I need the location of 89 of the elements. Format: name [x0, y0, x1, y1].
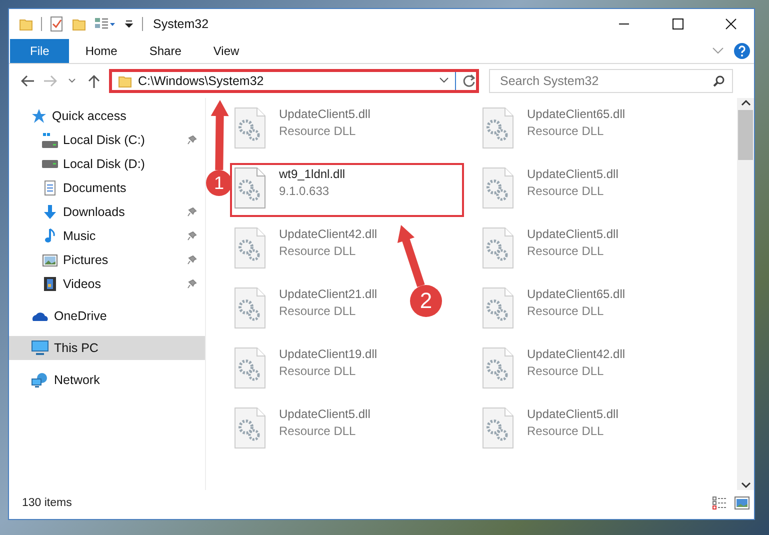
file-name[interactable]: wt9_1ldnl.dll — [279, 167, 346, 181]
dll-file-icon — [481, 287, 515, 329]
network-icon — [31, 372, 49, 388]
file-name[interactable]: UpdateClient5.dll — [527, 227, 618, 241]
file-detail: Resource DLL — [279, 124, 357, 138]
annotation-arrow — [397, 225, 425, 288]
file-name[interactable]: UpdateClient21.dll — [279, 287, 378, 301]
folder-icon — [118, 74, 132, 88]
search-field[interactable]: Search System32 — [489, 69, 733, 93]
sidebar-item[interactable]: OneDrive — [9, 304, 205, 328]
file-detail: Resource DLL — [527, 244, 605, 258]
folder-icon — [72, 17, 86, 31]
details-view-icon[interactable] — [712, 496, 728, 510]
file-name[interactable]: UpdateClient19.dll — [279, 347, 378, 361]
file-detail: Resource DLL — [527, 424, 605, 438]
monitor-icon — [31, 340, 49, 356]
maximize-icon[interactable] — [670, 18, 684, 30]
help-icon[interactable] — [734, 43, 750, 59]
dll-file-icon — [233, 227, 267, 269]
sidebar-item[interactable]: Local Disk (D:) — [9, 152, 205, 176]
up-arrow-icon[interactable] — [87, 74, 101, 88]
step-number-badge: 1 — [206, 170, 232, 196]
download-arrow-icon — [42, 204, 58, 220]
dll-file-icon — [481, 167, 515, 209]
scrollbar-thumb[interactable] — [738, 110, 753, 160]
folder-icon — [19, 17, 33, 31]
file-detail: Resource DLL — [527, 124, 605, 138]
address-bar[interactable]: C:\Windows\System32 — [109, 69, 479, 93]
file-name[interactable]: UpdateClient65.dll — [527, 107, 626, 121]
dll-file-icon — [233, 167, 267, 209]
file-name[interactable]: UpdateClient42.dll — [527, 347, 626, 361]
file-detail: Resource DLL — [279, 364, 357, 378]
file-detail: Resource DLL — [527, 364, 605, 378]
sidebar-item[interactable]: Quick access — [9, 104, 205, 128]
properties-icon[interactable] — [50, 16, 64, 32]
film-icon — [42, 276, 58, 292]
file-detail: Resource DLL — [279, 424, 357, 438]
sidebar-item[interactable]: Pictures — [9, 248, 205, 272]
picture-icon — [42, 252, 58, 268]
ribbon-tab[interactable]: Home — [69, 39, 134, 63]
drive-icon — [42, 160, 58, 168]
sidebar-item[interactable]: Downloads — [9, 200, 205, 224]
dll-file-icon — [233, 347, 267, 389]
ribbon-tab[interactable]: Share — [133, 39, 198, 63]
file-detail: Resource DLL — [527, 184, 605, 198]
search-icon[interactable] — [713, 75, 725, 87]
step-number-badge: 2 — [410, 285, 442, 317]
file-name[interactable]: UpdateClient65.dll — [527, 287, 626, 301]
file-name[interactable]: UpdateClient5.dll — [279, 407, 370, 421]
item-count: 130 items — [22, 496, 72, 508]
dll-file-icon — [233, 287, 267, 329]
dll-file-icon — [481, 227, 515, 269]
dropdown-icon[interactable] — [439, 77, 449, 85]
dll-file-icon — [233, 407, 267, 449]
music-note-icon — [42, 228, 58, 244]
star-icon — [31, 108, 47, 124]
sidebar-item[interactable]: Documents — [9, 176, 205, 200]
dropdown-icon[interactable] — [124, 19, 134, 29]
dll-file-icon — [481, 107, 515, 149]
file-name[interactable]: UpdateClient5.dll — [279, 107, 370, 121]
file-menu-tab[interactable]: File — [10, 39, 70, 63]
refresh-icon[interactable] — [462, 74, 476, 88]
file-name[interactable]: UpdateClient5.dll — [527, 167, 618, 181]
annotation-arrow — [210, 100, 229, 170]
file-detail: Resource DLL — [527, 304, 605, 318]
dll-file-icon — [233, 107, 267, 149]
file-name[interactable]: UpdateClient42.dll — [279, 227, 378, 241]
ribbon-tab[interactable]: View — [197, 39, 256, 63]
document-icon — [42, 180, 58, 196]
large-icons-view-icon[interactable] — [734, 496, 750, 510]
sidebar-item[interactable]: Network — [9, 368, 205, 392]
scroll-down-icon[interactable] — [740, 480, 750, 490]
file-detail: 9.1.0.633 — [279, 184, 330, 198]
drive-icon — [42, 132, 58, 148]
sidebar-item[interactable]: Videos — [9, 272, 205, 296]
sidebar-item[interactable]: This PC — [9, 336, 205, 360]
sidebar-item[interactable]: Local Disk (C:) — [9, 128, 205, 152]
dll-file-icon — [481, 407, 515, 449]
window-title: System32 — [153, 17, 210, 31]
sidebar-item[interactable]: Music — [9, 224, 205, 248]
expand-ribbon-icon[interactable] — [712, 46, 724, 56]
file-detail: Resource DLL — [279, 244, 357, 258]
back-arrow-icon[interactable] — [21, 74, 35, 88]
scroll-up-icon[interactable] — [740, 98, 750, 108]
file-name[interactable]: UpdateClient5.dll — [527, 407, 618, 421]
close-icon[interactable] — [724, 18, 738, 30]
dll-file-icon — [481, 347, 515, 389]
file-detail: Resource DLL — [279, 304, 357, 318]
view-menu-icon[interactable] — [94, 17, 116, 31]
